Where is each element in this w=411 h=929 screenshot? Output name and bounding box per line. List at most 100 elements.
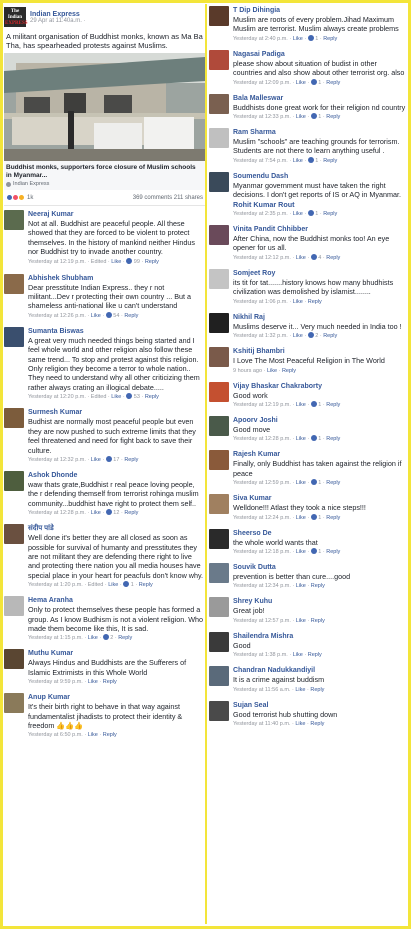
comment-author[interactable]: Surmesh Kumar	[28, 408, 205, 417]
comment-timestamp[interactable]: Yesterday at 12:19 p.m.	[28, 259, 86, 265]
comment-author[interactable]: Soumendu Dash	[233, 172, 407, 181]
like-link[interactable]: Like	[293, 36, 303, 42]
comment-timestamp[interactable]: Yesterday at 12:57 p.m.	[233, 618, 291, 624]
like-link[interactable]: Like	[88, 732, 98, 738]
comment-author[interactable]: Rajesh Kumar	[233, 450, 407, 459]
avatar[interactable]	[209, 347, 229, 368]
link-preview-image[interactable]	[4, 53, 205, 161]
reply-link[interactable]: Reply	[326, 402, 340, 408]
reply-link[interactable]: Reply	[145, 259, 159, 265]
comment-timestamp[interactable]: Yesterday at 2:35 p.m.	[233, 211, 288, 217]
reply-link[interactable]: Reply	[323, 158, 337, 164]
reply-link[interactable]: Reply	[282, 368, 296, 374]
like-link[interactable]: Like	[296, 436, 306, 442]
comment-author[interactable]: Somjeet Roy	[233, 269, 407, 278]
like-link[interactable]: Like	[91, 510, 101, 516]
comment-author[interactable]: Chandran Nadukkandiyil	[233, 666, 407, 675]
reply-link[interactable]: Reply	[326, 480, 340, 486]
reply-link[interactable]: Reply	[118, 635, 132, 641]
like-link[interactable]: Like	[296, 480, 306, 486]
comment-timestamp[interactable]: Yesterday at 12:59 p.m.	[233, 480, 291, 486]
reply-link[interactable]: Reply	[311, 583, 325, 589]
avatar[interactable]	[4, 524, 24, 545]
reply-link[interactable]: Reply	[326, 114, 340, 120]
edited-label[interactable]: Edited	[91, 259, 107, 265]
link-title[interactable]: Buddhist monks, supporters force closure…	[4, 161, 205, 181]
comment-author[interactable]: संदीप पांडे	[28, 524, 205, 533]
reply-link[interactable]: Reply	[139, 582, 153, 588]
avatar[interactable]	[4, 693, 24, 714]
like-link[interactable]: Like	[91, 457, 101, 463]
like-link[interactable]: Like	[296, 549, 306, 555]
reply-link[interactable]: Reply	[308, 299, 322, 305]
avatar[interactable]	[209, 597, 229, 618]
like-link[interactable]: Like	[295, 721, 305, 727]
reply-link[interactable]: Reply	[308, 652, 322, 658]
comment-timestamp[interactable]: Yesterday at 12:12 p.m.	[233, 255, 291, 261]
avatar[interactable]	[209, 225, 229, 246]
comment-author[interactable]: Vijay Bhaskar Chakraborty	[233, 382, 407, 391]
avatar[interactable]	[4, 470, 24, 491]
reaction-count[interactable]: 1k	[27, 195, 33, 201]
tagged-user[interactable]: Rohit Kumar Rout	[233, 200, 295, 209]
like-link[interactable]: Like	[296, 515, 306, 521]
link-preview[interactable]: Buddhist monks, supporters force closure…	[4, 53, 205, 190]
comment-timestamp[interactable]: Yesterday at 11:56 a.m.	[233, 687, 290, 693]
page-logo[interactable]: The Indian EXPRESS	[4, 7, 28, 27]
comment-timestamp[interactable]: Yesterday at 1:06 p.m.	[233, 299, 288, 305]
comment-timestamp[interactable]: Yesterday at 11:40 p.m.	[233, 721, 290, 727]
like-link[interactable]: Like	[293, 211, 303, 217]
avatar[interactable]	[209, 494, 229, 515]
comment-timestamp[interactable]: Yesterday at 12:09 p.m.	[233, 80, 291, 86]
comment-author[interactable]: Anup Kumar	[28, 693, 205, 702]
avatar[interactable]	[4, 649, 24, 670]
reply-link[interactable]: Reply	[124, 510, 138, 516]
reply-link[interactable]: Reply	[326, 549, 340, 555]
like-link[interactable]: Like	[296, 618, 306, 624]
like-link[interactable]: Like	[296, 114, 306, 120]
avatar[interactable]	[209, 562, 229, 583]
comment-timestamp[interactable]: Yesterday at 12:28 p.m.	[233, 436, 291, 442]
comment-author[interactable]: Shailendra Mishra	[233, 632, 407, 641]
reply-link[interactable]: Reply	[103, 679, 117, 685]
avatar[interactable]	[4, 273, 24, 294]
comment-timestamp[interactable]: Yesterday at 1:38 p.m.	[233, 652, 288, 658]
like-link[interactable]: Like	[293, 333, 303, 339]
comment-author[interactable]: Sumanta Biswas	[28, 327, 205, 336]
comment-timestamp[interactable]: Yesterday at 12:34 p.m.	[233, 583, 291, 589]
comment-author[interactable]: Sujan Seal	[233, 701, 407, 710]
avatar[interactable]	[4, 408, 24, 429]
reply-link[interactable]: Reply	[326, 80, 340, 86]
comments-shares-count[interactable]: 369 comments 211 shares	[133, 195, 203, 201]
comment-timestamp[interactable]: Yesterday at 12:32 p.m.	[28, 457, 86, 463]
avatar[interactable]	[209, 128, 229, 149]
avatar[interactable]	[209, 666, 229, 687]
reply-link[interactable]: Reply	[311, 618, 325, 624]
comment-timestamp[interactable]: Yesterday at 6:50 p.m.	[28, 732, 83, 738]
reply-link[interactable]: Reply	[323, 211, 337, 217]
like-link[interactable]: Like	[111, 394, 121, 400]
avatar[interactable]	[209, 415, 229, 436]
comment-timestamp[interactable]: Yesterday at 12:18 p.m.	[233, 549, 291, 555]
reply-link[interactable]: Reply	[326, 436, 340, 442]
comment-timestamp[interactable]: Yesterday at 12:26 p.m.	[28, 313, 86, 319]
comment-author[interactable]: Sheerso De	[233, 529, 407, 538]
comment-timestamp[interactable]: Yesterday at 1:32 p.m.	[233, 333, 288, 339]
like-link[interactable]: Like	[296, 583, 306, 589]
comment-author[interactable]: Ram Sharma	[233, 128, 407, 137]
comment-timestamp[interactable]: Yesterday at 12:33 p.m.	[233, 114, 291, 120]
edited-label[interactable]: Edited	[88, 582, 104, 588]
comment-author[interactable]: Souvik Dutta	[233, 563, 407, 572]
like-link[interactable]: Like	[296, 80, 306, 86]
comment-timestamp[interactable]: Yesterday at 9:59 p.m.	[28, 679, 83, 685]
comment-timestamp[interactable]: Yesterday at 12:19 p.m.	[233, 402, 291, 408]
comment-author[interactable]: Nikhil Raj	[233, 313, 407, 322]
like-link[interactable]: Like	[293, 158, 303, 164]
comment-author[interactable]: Apoorv Joshi	[233, 416, 407, 425]
comment-timestamp[interactable]: Yesterday at 12:20 p.m.	[28, 394, 86, 400]
avatar[interactable]	[209, 312, 229, 333]
comment-timestamp[interactable]: Yesterday at 1:20 p.m.	[28, 582, 83, 588]
like-link[interactable]: Like	[88, 679, 98, 685]
reply-link[interactable]: Reply	[310, 687, 324, 693]
like-link[interactable]: Like	[296, 402, 306, 408]
